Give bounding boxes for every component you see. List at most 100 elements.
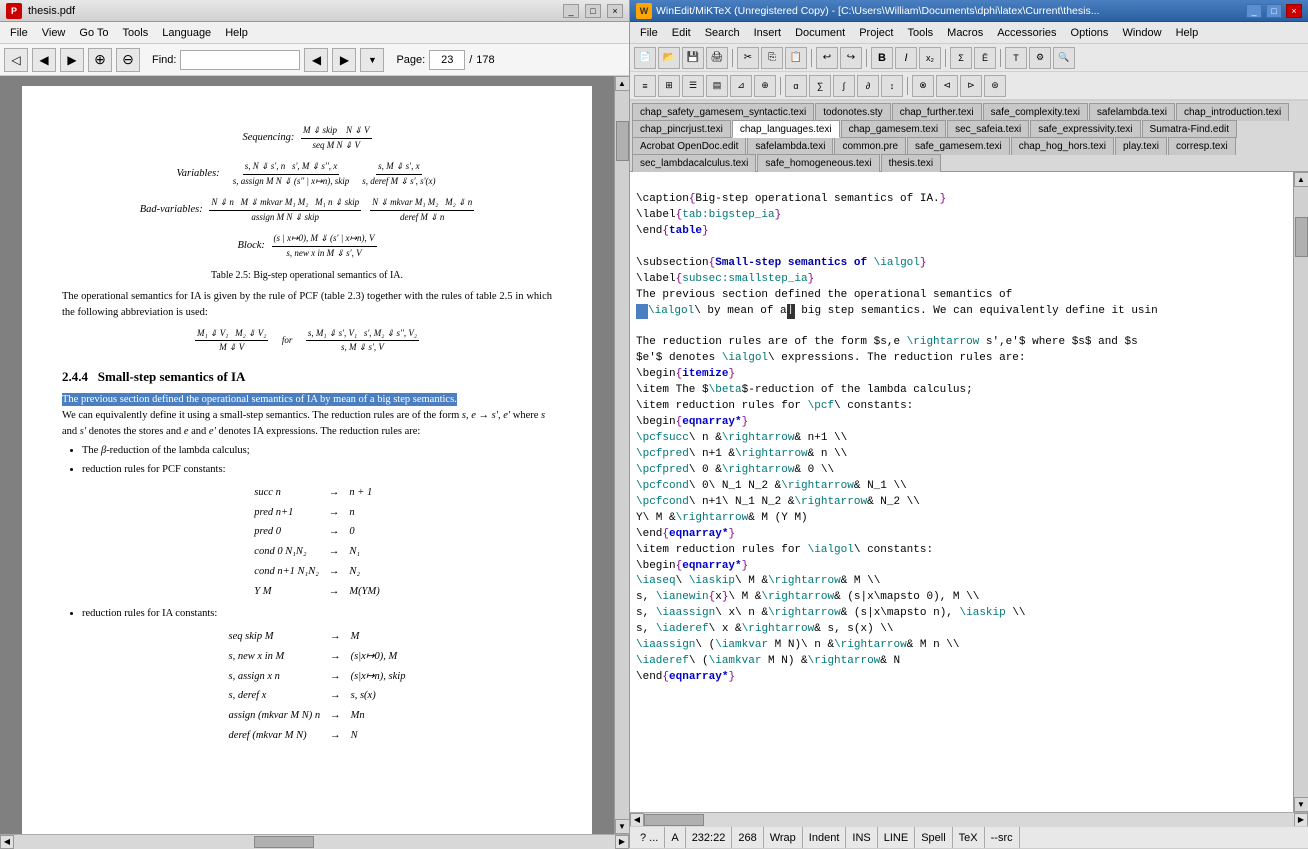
undo-button[interactable]: ↩ [816, 47, 838, 69]
menu-goto[interactable]: Go To [73, 25, 114, 41]
hscroll-left-button[interactable]: ◀ [0, 835, 14, 849]
we-menu-options[interactable]: Options [1065, 25, 1115, 41]
italic-button[interactable]: I [895, 47, 917, 69]
we-menu-help[interactable]: Help [1170, 25, 1205, 41]
tb2-8[interactable]: ∑ [809, 75, 831, 97]
hscroll-track[interactable] [14, 835, 615, 849]
hscroll-right-button[interactable]: ▶ [615, 835, 629, 849]
tb2-2[interactable]: ⊞ [658, 75, 680, 97]
we-menu-edit[interactable]: Edit [666, 25, 697, 41]
tb2-14[interactable]: ⊳ [960, 75, 982, 97]
find-prev-button[interactable]: ◀ [304, 48, 328, 72]
tb2-13[interactable]: ⊲ [936, 75, 958, 97]
we-menu-accessories[interactable]: Accessories [991, 25, 1062, 41]
tool2-button[interactable]: Ë [974, 47, 996, 69]
menu-tools[interactable]: Tools [117, 25, 155, 41]
we-menu-file[interactable]: File [634, 25, 664, 41]
close-button[interactable]: × [607, 4, 623, 18]
prev-page-button[interactable]: ◀ [32, 48, 56, 72]
scroll-down-button[interactable]: ▼ [615, 819, 630, 834]
tab-chap-further[interactable]: chap_further.texi [892, 103, 982, 121]
tab-chap-languages[interactable]: chap_languages.texi [732, 120, 840, 138]
tb2-11[interactable]: ↕ [881, 75, 903, 97]
we-minimize-button[interactable]: _ [1246, 4, 1262, 18]
we-menu-window[interactable]: Window [1116, 25, 1167, 41]
we-scroll-thumb[interactable] [1295, 217, 1308, 257]
tb2-6[interactable]: ⊕ [754, 75, 776, 97]
tab-chap-hog[interactable]: chap_hog_hors.texi [1011, 137, 1114, 155]
hscroll-thumb[interactable] [254, 836, 314, 848]
tab-common-pre[interactable]: common.pre [834, 137, 906, 155]
tool5-button[interactable]: 🔍 [1053, 47, 1075, 69]
we-hscroll-left[interactable]: ◀ [630, 813, 644, 827]
we-scroll-track[interactable] [1294, 187, 1308, 797]
menu-help[interactable]: Help [219, 25, 254, 41]
tab-chap-safety-gamesem[interactable]: chap_safety_gamesem_syntactic.texi [632, 103, 814, 121]
cut-button[interactable]: ✂ [737, 47, 759, 69]
we-menu-insert[interactable]: Insert [748, 25, 788, 41]
tab-acrobat[interactable]: Acrobat OpenDoc.edit [632, 137, 746, 155]
tab-play[interactable]: play.texi [1115, 137, 1167, 155]
page-number-input[interactable] [429, 50, 465, 70]
tb2-15[interactable]: ⊛ [984, 75, 1006, 97]
tb2-9[interactable]: ∫ [833, 75, 855, 97]
menu-file[interactable]: File [4, 25, 34, 41]
tab-chap-pincrjust[interactable]: chap_pincrjust.texi [632, 120, 731, 138]
tab-todonotes[interactable]: todonotes.sty [815, 103, 890, 121]
we-maximize-button[interactable]: □ [1266, 4, 1282, 18]
we-menu-macros[interactable]: Macros [941, 25, 989, 41]
tb2-7[interactable]: α [785, 75, 807, 97]
zoom-out-button[interactable]: ⊖ [116, 48, 140, 72]
tab-sumatra[interactable]: Sumatra-Find.edit [1142, 120, 1237, 138]
print-button[interactable]: 🖨 [706, 47, 728, 69]
tool3-button[interactable]: T [1005, 47, 1027, 69]
we-menu-search[interactable]: Search [699, 25, 746, 41]
tb2-10[interactable]: ∂ [857, 75, 879, 97]
next-page-button[interactable]: ▶ [60, 48, 84, 72]
we-hscroll-track[interactable] [644, 813, 1294, 827]
subscript-button[interactable]: x₂ [919, 47, 941, 69]
we-hscroll-right[interactable]: ▶ [1294, 813, 1308, 827]
scroll-track[interactable] [615, 91, 630, 819]
minimize-button[interactable]: _ [563, 4, 579, 18]
find-options-button[interactable]: ▼ [360, 48, 384, 72]
tab-safe-gamesem[interactable]: safe_gamesem.texi [907, 137, 1010, 155]
tab-safe-homogeneous[interactable]: safe_homogeneous.texi [757, 154, 879, 172]
tab-sec-safeia[interactable]: sec_safeia.texi [947, 120, 1029, 138]
we-close-button[interactable]: × [1286, 4, 1302, 18]
we-scroll-down-button[interactable]: ▼ [1294, 797, 1308, 812]
we-hscroll-thumb[interactable] [644, 814, 704, 826]
tb2-4[interactable]: ▤ [706, 75, 728, 97]
find-input[interactable] [180, 50, 300, 70]
tab-safe-expressivity[interactable]: safe_expressivity.texi [1030, 120, 1140, 138]
tab-chap-intro[interactable]: chap_introduction.texi [1176, 103, 1289, 121]
paste-button[interactable]: 📋 [785, 47, 807, 69]
copy-button[interactable]: ⎘ [761, 47, 783, 69]
winedit-scrollbar[interactable]: ▲ ▼ [1293, 172, 1308, 812]
tb2-3[interactable]: ☰ [682, 75, 704, 97]
winedit-hscrollbar[interactable]: ◀ ▶ [630, 812, 1308, 826]
menu-language[interactable]: Language [156, 25, 217, 41]
tab-thesis[interactable]: thesis.texi [881, 154, 941, 172]
tab-corresp[interactable]: corresp.texi [1168, 137, 1236, 155]
redo-button[interactable]: ↪ [840, 47, 862, 69]
scroll-thumb[interactable] [616, 121, 629, 161]
open-file-button[interactable]: 📂 [658, 47, 680, 69]
scroll-up-button[interactable]: ▲ [615, 76, 630, 91]
tool1-button[interactable]: Σ [950, 47, 972, 69]
new-file-button[interactable]: 📄 [634, 47, 656, 69]
tb2-1[interactable]: ≡ [634, 75, 656, 97]
we-menu-document[interactable]: Document [789, 25, 851, 41]
maximize-button[interactable]: □ [585, 4, 601, 18]
we-menu-project[interactable]: Project [853, 25, 899, 41]
tab-safe-complexity[interactable]: safe_complexity.texi [983, 103, 1088, 121]
back-button[interactable]: ◁ [4, 48, 28, 72]
find-next-button[interactable]: ▶ [332, 48, 356, 72]
tb2-12[interactable]: ⊗ [912, 75, 934, 97]
tb2-5[interactable]: ⊿ [730, 75, 752, 97]
pdf-scrollbar[interactable]: ▲ ▼ [614, 76, 629, 834]
tab-safelambda[interactable]: safelambda.texi [1089, 103, 1175, 121]
we-scroll-up-button[interactable]: ▲ [1294, 172, 1308, 187]
menu-view[interactable]: View [36, 25, 72, 41]
save-file-button[interactable]: 💾 [682, 47, 704, 69]
